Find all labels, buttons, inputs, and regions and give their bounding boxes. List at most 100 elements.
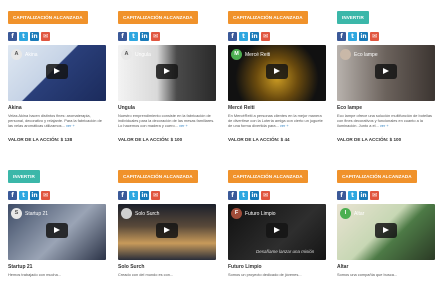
email-icon[interactable]: ✉ bbox=[151, 191, 160, 200]
email-icon[interactable]: ✉ bbox=[370, 191, 379, 200]
play-icon[interactable] bbox=[375, 64, 397, 79]
linkedin-icon[interactable]: in bbox=[250, 32, 259, 41]
share-buttons: f t in ✉ bbox=[118, 32, 216, 41]
video-title: Altar bbox=[354, 210, 365, 217]
project-description: Somos un proyecto dedicado de jóvenes... bbox=[228, 272, 302, 277]
project-card: INVERTIR f t in ✉ Eco lampe Eco lampe Ec… bbox=[337, 6, 435, 142]
project-card: CAPITALIZACIÓN ALCANZADA f t in ✉ A Ungu… bbox=[118, 6, 216, 142]
avatar: A bbox=[121, 49, 132, 60]
video-title: Akina bbox=[25, 51, 38, 58]
twitter-icon[interactable]: t bbox=[129, 191, 138, 200]
facebook-icon[interactable]: f bbox=[228, 191, 237, 200]
linkedin-icon[interactable]: in bbox=[359, 32, 368, 41]
project-name: Altar bbox=[337, 264, 349, 270]
video-title: Ungula bbox=[135, 51, 151, 58]
project-card: CAPITALIZACIÓN ALCANZADA f t in ✉ F Futu… bbox=[228, 165, 326, 278]
video-thumbnail[interactable]: I Altar bbox=[337, 204, 435, 260]
avatar bbox=[121, 208, 132, 219]
email-icon[interactable]: ✉ bbox=[261, 191, 270, 200]
linkedin-icon[interactable]: in bbox=[30, 191, 39, 200]
read-more-link[interactable]: ver + bbox=[380, 123, 389, 128]
facebook-icon[interactable]: f bbox=[337, 191, 346, 200]
share-value: VALOR DE LA ACCIÓN: $ 44 bbox=[228, 137, 290, 142]
linkedin-icon[interactable]: in bbox=[359, 191, 368, 200]
video-header: Solo Surch bbox=[121, 208, 159, 219]
play-icon[interactable] bbox=[46, 64, 68, 79]
status-badge[interactable]: CAPITALIZACIÓN ALCANZADA bbox=[8, 11, 88, 24]
project-description: Creado con del mundo es con... bbox=[118, 272, 174, 277]
email-icon[interactable]: ✉ bbox=[41, 191, 50, 200]
linkedin-icon[interactable]: in bbox=[30, 32, 39, 41]
linkedin-icon[interactable]: in bbox=[250, 191, 259, 200]
play-icon[interactable] bbox=[266, 64, 288, 79]
status-badge[interactable]: CAPITALIZACIÓN ALCANZADA bbox=[337, 170, 417, 183]
facebook-icon[interactable]: f bbox=[8, 191, 17, 200]
share-buttons: f t in ✉ bbox=[337, 32, 435, 41]
project-description: En MercéReiti a personas clientes en la … bbox=[228, 113, 323, 129]
twitter-icon[interactable]: t bbox=[129, 32, 138, 41]
facebook-icon[interactable]: f bbox=[118, 32, 127, 41]
project-description: Hemos trabajado con mucha... bbox=[8, 272, 61, 277]
facebook-icon[interactable]: f bbox=[228, 32, 237, 41]
video-header: S Startup 21 bbox=[11, 208, 48, 219]
project-name: Startup 21 bbox=[8, 264, 33, 270]
project-card: CAPITALIZACIÓN ALCANZADA f t in ✉ I Alta… bbox=[337, 165, 435, 278]
twitter-icon[interactable]: t bbox=[239, 191, 248, 200]
linkedin-icon[interactable]: in bbox=[140, 191, 149, 200]
status-badge[interactable]: CAPITALIZACIÓN ALCANZADA bbox=[228, 11, 308, 24]
email-icon[interactable]: ✉ bbox=[370, 32, 379, 41]
status-badge[interactable]: CAPITALIZACIÓN ALCANZADA bbox=[118, 170, 198, 183]
facebook-icon[interactable]: f bbox=[118, 191, 127, 200]
invest-button[interactable]: INVERTIR bbox=[337, 11, 369, 24]
play-icon[interactable] bbox=[266, 223, 288, 238]
facebook-icon[interactable]: f bbox=[8, 32, 17, 41]
video-title: Solo Surch bbox=[135, 210, 160, 217]
twitter-icon[interactable]: t bbox=[348, 191, 357, 200]
read-more-link[interactable]: ver + bbox=[179, 123, 188, 128]
video-title: Mercé Reiti bbox=[245, 51, 271, 58]
avatar: I bbox=[340, 208, 351, 219]
video-thumbnail[interactable]: A Akina bbox=[8, 45, 106, 101]
project-name: Ungula bbox=[118, 105, 135, 111]
status-badge[interactable]: CAPITALIZACIÓN ALCANZADA bbox=[118, 11, 198, 24]
project-card: CAPITALIZACIÓN ALCANZADA f t in ✉ Solo S… bbox=[118, 165, 216, 278]
play-icon[interactable] bbox=[156, 64, 178, 79]
project-description: Somos una compañía que busca... bbox=[337, 272, 398, 277]
email-icon[interactable]: ✉ bbox=[151, 32, 160, 41]
play-icon[interactable] bbox=[375, 223, 397, 238]
video-thumbnail[interactable]: F Futuro Limpio Desafíame lanzar una mis… bbox=[228, 204, 326, 260]
video-header: Eco lampe bbox=[340, 49, 378, 60]
video-thumbnail[interactable]: Solo Surch bbox=[118, 204, 216, 260]
video-title: Futuro Limpio bbox=[245, 210, 276, 217]
facebook-icon[interactable]: f bbox=[337, 32, 346, 41]
twitter-icon[interactable]: t bbox=[239, 32, 248, 41]
project-description: Eco lampe ofrece una solución multifunci… bbox=[337, 113, 432, 129]
avatar: S bbox=[11, 208, 22, 219]
video-header: F Futuro Limpio bbox=[231, 208, 276, 219]
project-name: Mercé Reiti bbox=[228, 105, 255, 111]
invest-button[interactable]: INVERTIR bbox=[8, 170, 40, 183]
video-thumbnail[interactable]: A Ungula bbox=[118, 45, 216, 101]
share-value: VALOR DE LA ACCIÓN: $ 138 bbox=[8, 137, 73, 142]
twitter-icon[interactable]: t bbox=[19, 32, 28, 41]
project-card: INVERTIR f t in ✉ S Startup 21 Startup 2… bbox=[8, 165, 106, 278]
share-buttons: f t in ✉ bbox=[228, 191, 326, 200]
read-more-link[interactable]: ver + bbox=[280, 123, 289, 128]
play-icon[interactable] bbox=[156, 223, 178, 238]
video-thumbnail[interactable]: S Startup 21 bbox=[8, 204, 106, 260]
status-badge[interactable]: CAPITALIZACIÓN ALCANZADA bbox=[228, 170, 308, 183]
twitter-icon[interactable]: t bbox=[348, 32, 357, 41]
avatar: F bbox=[231, 208, 242, 219]
email-icon[interactable]: ✉ bbox=[41, 32, 50, 41]
video-thumbnail[interactable]: Eco lampe bbox=[337, 45, 435, 101]
linkedin-icon[interactable]: in bbox=[140, 32, 149, 41]
share-value: VALOR DE LA ACCIÓN: $ 100 bbox=[118, 137, 183, 142]
video-thumbnail[interactable]: M Mercé Reiti bbox=[228, 45, 326, 101]
twitter-icon[interactable]: t bbox=[19, 191, 28, 200]
video-title: Startup 21 bbox=[25, 210, 49, 217]
read-more-link[interactable]: ver + bbox=[66, 123, 75, 128]
email-icon[interactable]: ✉ bbox=[261, 32, 270, 41]
play-icon[interactable] bbox=[46, 223, 68, 238]
avatar: M bbox=[231, 49, 242, 60]
share-buttons: f t in ✉ bbox=[228, 32, 326, 41]
